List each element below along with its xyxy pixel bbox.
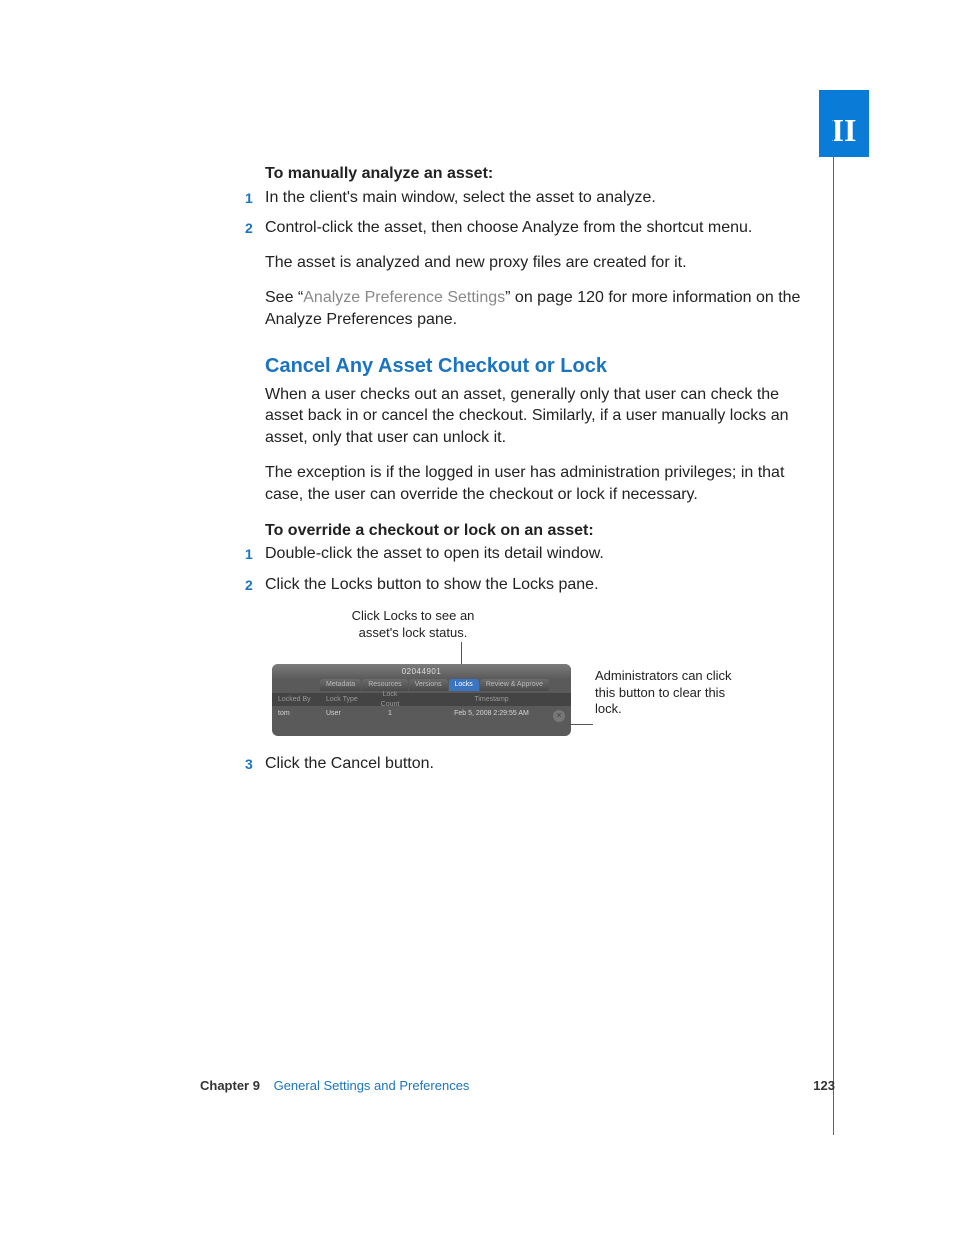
- step-item: 2 Click the Locks button to show the Loc…: [265, 574, 805, 596]
- cell-locked-by: tom: [272, 709, 320, 718]
- section-heading: To override a checkout or lock on an ass…: [265, 520, 805, 542]
- col-lock-type: Lock Type: [320, 695, 368, 704]
- step-text: Click the Locks button to show the Locks…: [265, 576, 599, 593]
- table-header-row: Locked By Lock Type Lock Count Timestamp: [272, 693, 571, 706]
- step-text: Control-click the asset, then choose Ana…: [265, 219, 752, 236]
- body-paragraph: See “Analyze Preference Settings” on pag…: [265, 287, 805, 330]
- subsection-heading: Cancel Any Asset Checkout or Lock: [265, 353, 805, 380]
- table-row: tom User 1 Feb 5, 2008 2:29:55 AM: [272, 706, 571, 721]
- chapter-title: General Settings and Preferences: [274, 1078, 470, 1093]
- step-number: 1: [245, 543, 253, 565]
- cell-lock-type: User: [320, 709, 368, 718]
- step-item: 3 Click the Cancel button.: [265, 753, 805, 775]
- step-item: 2 Control-click the asset, then choose A…: [265, 217, 805, 239]
- chapter-label: Chapter 9: [200, 1078, 260, 1093]
- tab-locks[interactable]: Locks: [449, 679, 479, 691]
- step-item: 1 Double-click the asset to open its det…: [265, 543, 805, 565]
- body-paragraph: When a user checks out an asset, general…: [265, 384, 805, 449]
- callout-text: Administrators can click this button to …: [595, 668, 732, 716]
- step-number: 3: [245, 753, 253, 775]
- page-number: 123: [813, 1078, 835, 1093]
- cross-reference-link[interactable]: Analyze Preference Settings: [303, 289, 505, 306]
- tab-row: Metadata Resources Versions Locks Review…: [272, 679, 571, 693]
- page-content: To manually analyze an asset: 1 In the c…: [265, 163, 805, 788]
- step-number: 1: [245, 187, 253, 209]
- step-text: Double-click the asset to open its detai…: [265, 545, 604, 562]
- step-text: Click the Cancel button.: [265, 755, 434, 772]
- window-titlebar: 02044901: [272, 664, 571, 679]
- tab-versions[interactable]: Versions: [409, 679, 448, 691]
- page-footer: Chapter 9 General Settings and Preferenc…: [200, 1078, 835, 1093]
- figure: Click Locks to see an asset's lock statu…: [265, 608, 805, 753]
- step-number: 2: [245, 574, 253, 596]
- tab-resources[interactable]: Resources: [362, 679, 407, 691]
- cell-lock-count: 1: [368, 709, 412, 718]
- col-timestamp: Timestamp: [412, 695, 571, 704]
- locks-pane-screenshot: 02044901 Metadata Resources Versions Loc…: [272, 664, 571, 736]
- tab-metadata[interactable]: Metadata: [320, 679, 361, 691]
- cell-timestamp: Feb 5, 2008 2:29:55 AM: [412, 709, 571, 718]
- steps-list-1: 1 In the client's main window, select th…: [265, 187, 805, 239]
- body-paragraph: The asset is analyzed and new proxy file…: [265, 252, 805, 274]
- close-icon: ×: [556, 710, 561, 720]
- text: See “: [265, 289, 303, 306]
- step-item: 1 In the client's main window, select th…: [265, 187, 805, 209]
- body-paragraph: The exception is if the logged in user h…: [265, 462, 805, 505]
- part-tab: II: [819, 90, 869, 157]
- callout-text: Click Locks to see an asset's lock statu…: [352, 608, 475, 639]
- callout-leader-line: [461, 642, 462, 664]
- col-locked-by: Locked By: [272, 695, 320, 704]
- steps-list-3: 3 Click the Cancel button.: [265, 753, 805, 775]
- section-heading: To manually analyze an asset:: [265, 163, 805, 185]
- page-rule: [833, 90, 834, 1135]
- callout-top: Click Locks to see an asset's lock statu…: [343, 608, 483, 641]
- callout-right: Administrators can click this button to …: [595, 668, 755, 717]
- tabs: Metadata Resources Versions Locks Review…: [320, 679, 549, 691]
- footer-left: Chapter 9 General Settings and Preferenc…: [200, 1078, 469, 1093]
- step-number: 2: [245, 217, 253, 239]
- callout-leader-line: [567, 724, 593, 725]
- step-text: In the client's main window, select the …: [265, 189, 656, 206]
- steps-list-2: 1 Double-click the asset to open its det…: [265, 543, 805, 595]
- tab-review-approve[interactable]: Review & Approve: [480, 679, 549, 691]
